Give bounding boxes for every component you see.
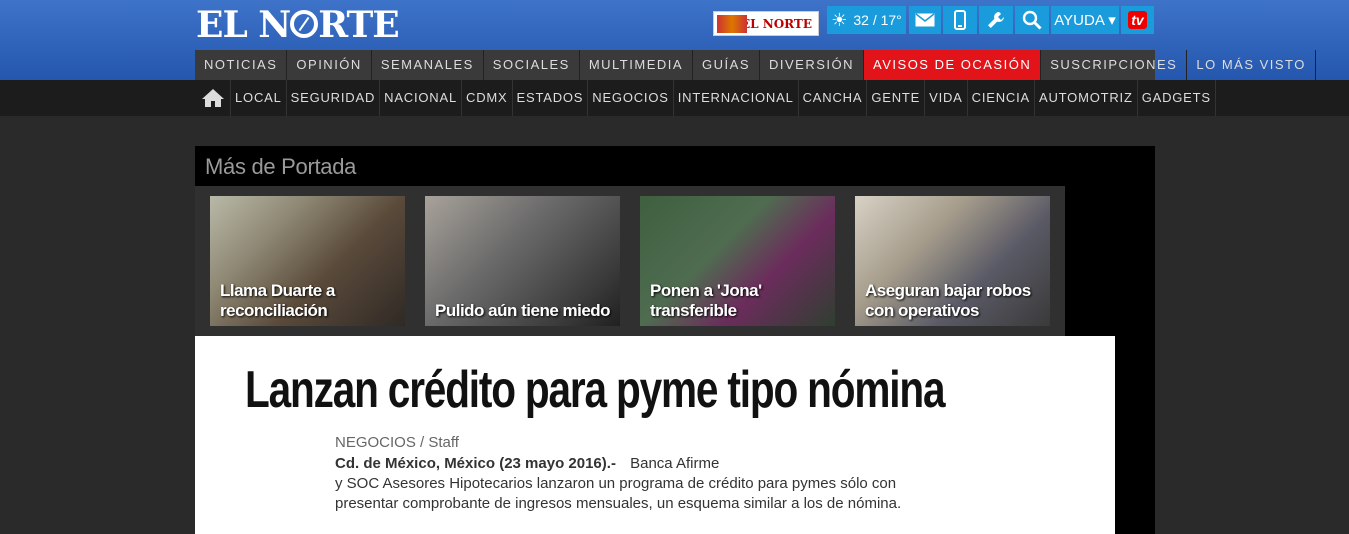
subnav-automotriz[interactable]: AUTOMOTRIZ [1035,80,1138,116]
article-dateline: Cd. de México, México (23 mayo 2016).- [335,455,616,472]
secondary-nav: LOCAL SEGURIDAD NACIONAL CDMX ESTADOS NE… [195,80,1216,116]
portada-card[interactable]: Llama Duarte a reconciliación [210,196,405,326]
compass-icon [290,10,319,38]
article-paragraph: y SOC Asesores Hipotecarios lanzaron un … [335,475,902,512]
search-icon [1022,10,1042,30]
subnav-gente[interactable]: GENTE [867,80,926,116]
subnav-vida[interactable]: VIDA [925,80,968,116]
mobile-button[interactable] [943,6,977,34]
portada-card[interactable]: Ponen a 'Jona' transferible [640,196,835,326]
card-caption: Aseguran bajar robos con operativos [865,281,1031,320]
article-body: Cd. de México, México (23 mayo 2016).- B… [335,454,955,514]
mail-button[interactable] [909,6,941,34]
nav-suscripciones[interactable]: SUSCRIPCIONES [1041,50,1188,80]
tv-button[interactable]: tv [1121,6,1154,34]
subnav-seguridad[interactable]: SEGURIDAD [287,80,381,116]
nav-multimedia[interactable]: MULTIMEDIA [580,50,694,80]
wrench-icon [988,12,1004,28]
subnav-local[interactable]: LOCAL [231,80,287,116]
tools-button[interactable] [979,6,1013,34]
nav-opinion[interactable]: OPINIÓN [287,50,372,80]
weather-temp: 32 / 17° [853,12,902,28]
nav-semanales[interactable]: SEMANALES [372,50,484,80]
panel-side-block [1065,186,1155,336]
card-caption: Ponen a 'Jona' transferible [650,281,762,320]
portada-card[interactable]: Aseguran bajar robos con operativos [855,196,1050,326]
subnav-estados[interactable]: ESTADOS [513,80,589,116]
subnav-gadgets[interactable]: GADGETS [1138,80,1216,116]
nav-diversion[interactable]: DIVERSIÓN [760,50,865,80]
article-byline: NEGOCIOS / Staff [335,434,459,451]
phone-icon [954,10,966,30]
article-side-bar [1115,336,1155,534]
el-norte-logo[interactable]: EL N RTE [196,6,400,44]
newspaper-cover-thumbnail[interactable]: EL NORTE [713,11,819,36]
home-button[interactable] [195,80,231,116]
subnav-cdmx[interactable]: CDMX [462,80,513,116]
portada-card[interactable]: Pulido aún tiene miedo [425,196,620,326]
tv-icon: tv [1128,11,1147,29]
article-headline: Lanzan crédito para pyme tipo nómina [245,361,946,419]
card-caption: Llama Duarte a reconciliación [220,281,335,320]
subnav-negocios[interactable]: NEGOCIOS [588,80,674,116]
sun-icon: ☀ [831,9,848,30]
nav-sociales[interactable]: SOCIALES [484,50,580,80]
subnav-ciencia[interactable]: CIENCIA [968,80,1035,116]
weather-button[interactable]: ☀ 32 / 17° [827,6,906,34]
nav-noticias[interactable]: NOTICIAS [195,50,288,80]
subnav-internacional[interactable]: INTERNACIONAL [674,80,799,116]
card-caption: Pulido aún tiene miedo [435,301,611,320]
mail-icon [915,13,935,27]
subnav-nacional[interactable]: NACIONAL [380,80,463,116]
article-lead: Banca Afirme [630,455,720,472]
help-dropdown-button[interactable]: AYUDA ▾ [1051,6,1119,34]
search-button[interactable] [1015,6,1049,34]
nav-avisos-de-ocasion[interactable]: AVISOS DE OCASIÓN [864,50,1042,80]
nav-lo-mas-visto[interactable]: LO MÁS VISTO [1187,50,1316,80]
primary-nav: NOTICIAS OPINIÓN SEMANALES SOCIALES MULT… [195,50,1316,80]
mas-de-portada-title: Más de Portada [195,146,1155,186]
subnav-cancha[interactable]: CANCHA [799,80,868,116]
home-icon [201,89,224,107]
nav-guias[interactable]: GUÍAS [693,50,761,80]
